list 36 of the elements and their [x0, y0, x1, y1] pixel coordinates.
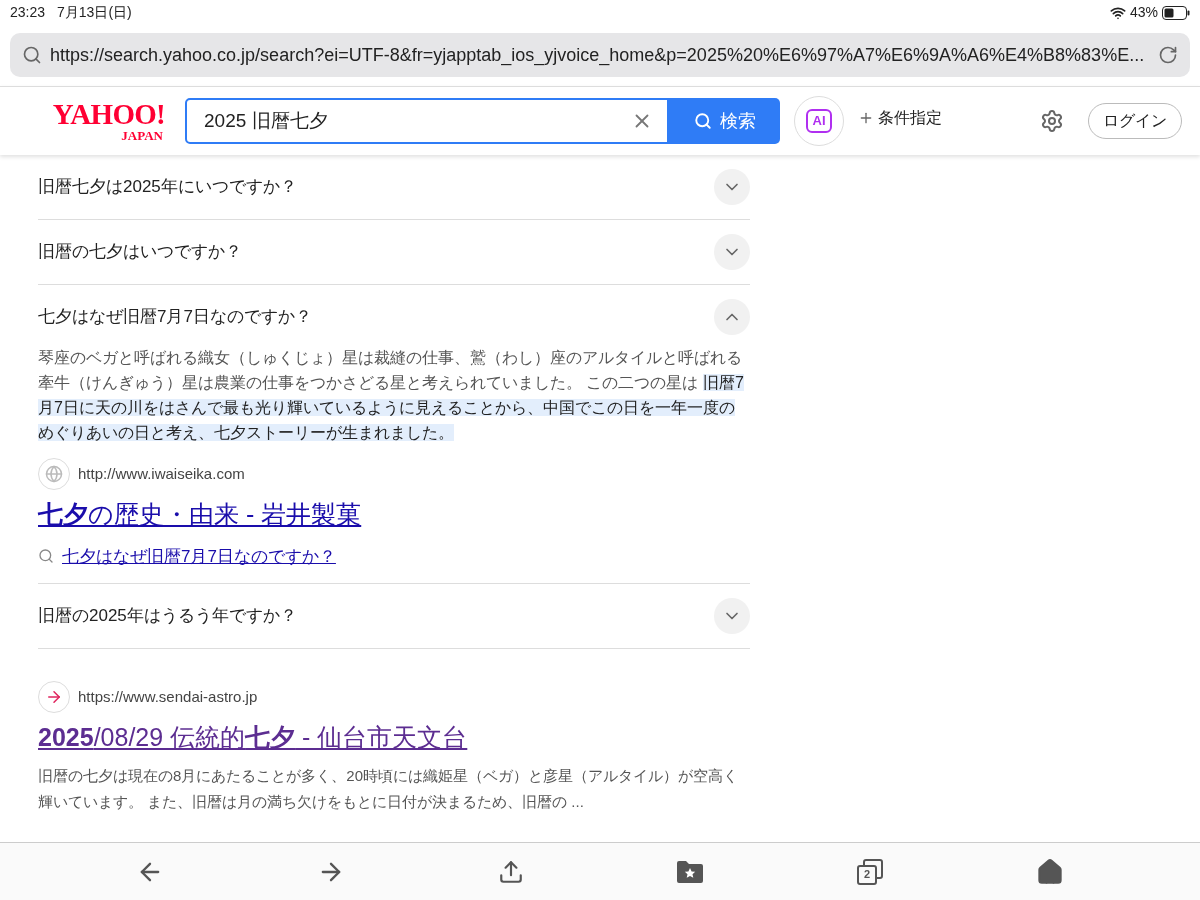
result-snippet: 旧暦の七夕は現在の8月にあたることが多く、20時頃には織姫星（ベガ）と彦星（アルタイル）が空高く輝いています。 また、旧暦は月の満ち欠けをもとに日付が決まるため、旧暦の ...: [38, 765, 740, 812]
home-icon[interactable]: [1035, 857, 1064, 886]
address-bar[interactable]: https://search.yahoo.co.jp/search?ei=UTF-8&fr=yjapptab_ios_yjvoice_home&p=2025%20%E6%97%A7%E6%9A%A6%E4%B8%83%E...: [10, 33, 1190, 77]
expand-toggle[interactable]: [714, 598, 750, 634]
plus-icon: [858, 110, 874, 126]
faq-question[interactable]: 旧暦の七夕はいつですか？: [38, 239, 242, 265]
search-field[interactable]: 2025 旧暦七夕: [185, 98, 669, 144]
expand-toggle[interactable]: [714, 299, 750, 335]
status-date: 7月13日(日): [57, 3, 132, 22]
yahoo-logo[interactable]: YAHOO! JAPAN: [37, 100, 165, 142]
search-icon: [693, 112, 712, 130]
faq-question[interactable]: 旧暦七夕は2025年にいつですか？: [38, 174, 297, 200]
source-url: http://www.iwaiseika.com: [78, 463, 245, 484]
expand-toggle[interactable]: [714, 234, 750, 270]
ai-assistant-button[interactable]: AI: [794, 96, 844, 146]
search-icon: [38, 548, 54, 565]
search-input[interactable]: 2025 旧暦七夕: [204, 106, 631, 136]
search-icon: [22, 45, 42, 65]
reload-icon[interactable]: [1158, 45, 1178, 65]
settings-icon[interactable]: [1040, 109, 1064, 133]
share-icon[interactable]: [497, 858, 524, 885]
result-url: https://www.sendai-astro.jp: [78, 686, 258, 707]
conditions-button[interactable]: 条件指定: [858, 106, 942, 130]
status-time: 23:23: [10, 3, 46, 22]
faq-question[interactable]: 七夕はなぜ旧暦7月7日なのですか？: [38, 304, 312, 330]
bookmark-folder-icon[interactable]: [676, 859, 705, 884]
battery-icon: [1162, 5, 1190, 20]
result-link[interactable]: 2025/08/29 伝統的七夕 - 仙台市天文台: [38, 719, 468, 757]
faq-question[interactable]: 旧暦の2025年はうるう年ですか？: [38, 603, 297, 629]
related-question-link[interactable]: 七夕はなぜ旧暦7月7日なのですか？: [62, 543, 336, 569]
url-text: https://search.yahoo.co.jp/search?ei=UTF-8&fr=yjapptab_ios_yjvoice_home&p=2025%20%E6%97%A7%E6%9A%A6%E4%B8%83%E...: [50, 43, 1146, 68]
source-link[interactable]: 七夕の歴史・由来 - 岩井製菓: [38, 496, 362, 534]
battery-percent: 43%: [1129, 3, 1158, 22]
expand-toggle[interactable]: [714, 169, 750, 205]
faq-answer: 琴座のベガと呼ばれる織女（しゅくじょ）星は裁縫の仕事、鷲（わし）座のアルタイルと呼ばれる牽牛（けんぎゅう）星は農業の仕事をつかさどる星と考えられていました。 この二つの星は 旧暦7月7日に天の川をはさんで最も光り輝いているように見えることから、中国でこの日を一年一度のめぐりあいの日と考え、七夕ストーリーが生まれました。: [38, 348, 745, 443]
search-button[interactable]: 検索: [669, 98, 780, 144]
